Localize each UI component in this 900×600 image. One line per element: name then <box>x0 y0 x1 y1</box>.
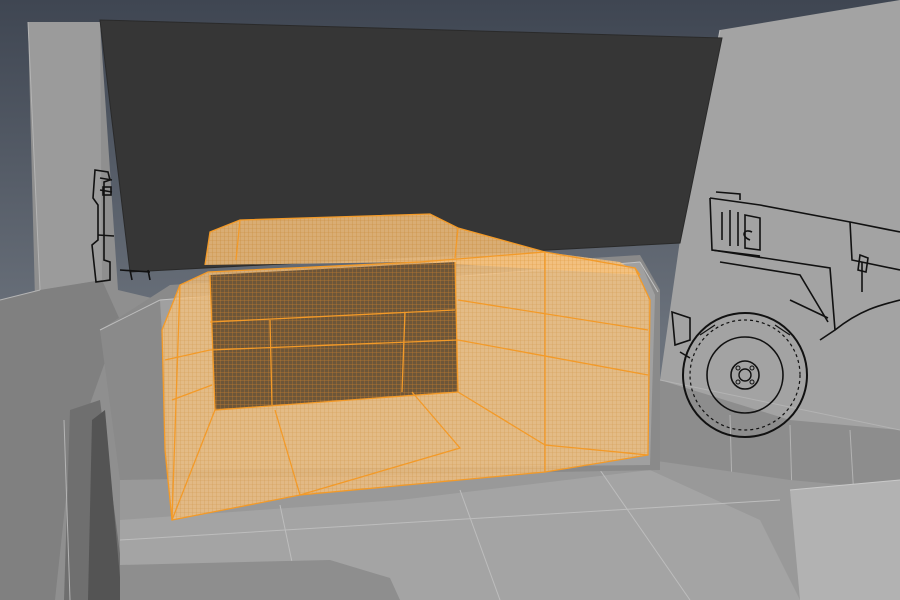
viewport-scene[interactable] <box>0 0 900 600</box>
3d-viewport[interactable] <box>0 0 900 600</box>
cargo-box-interior[interactable] <box>210 262 458 410</box>
